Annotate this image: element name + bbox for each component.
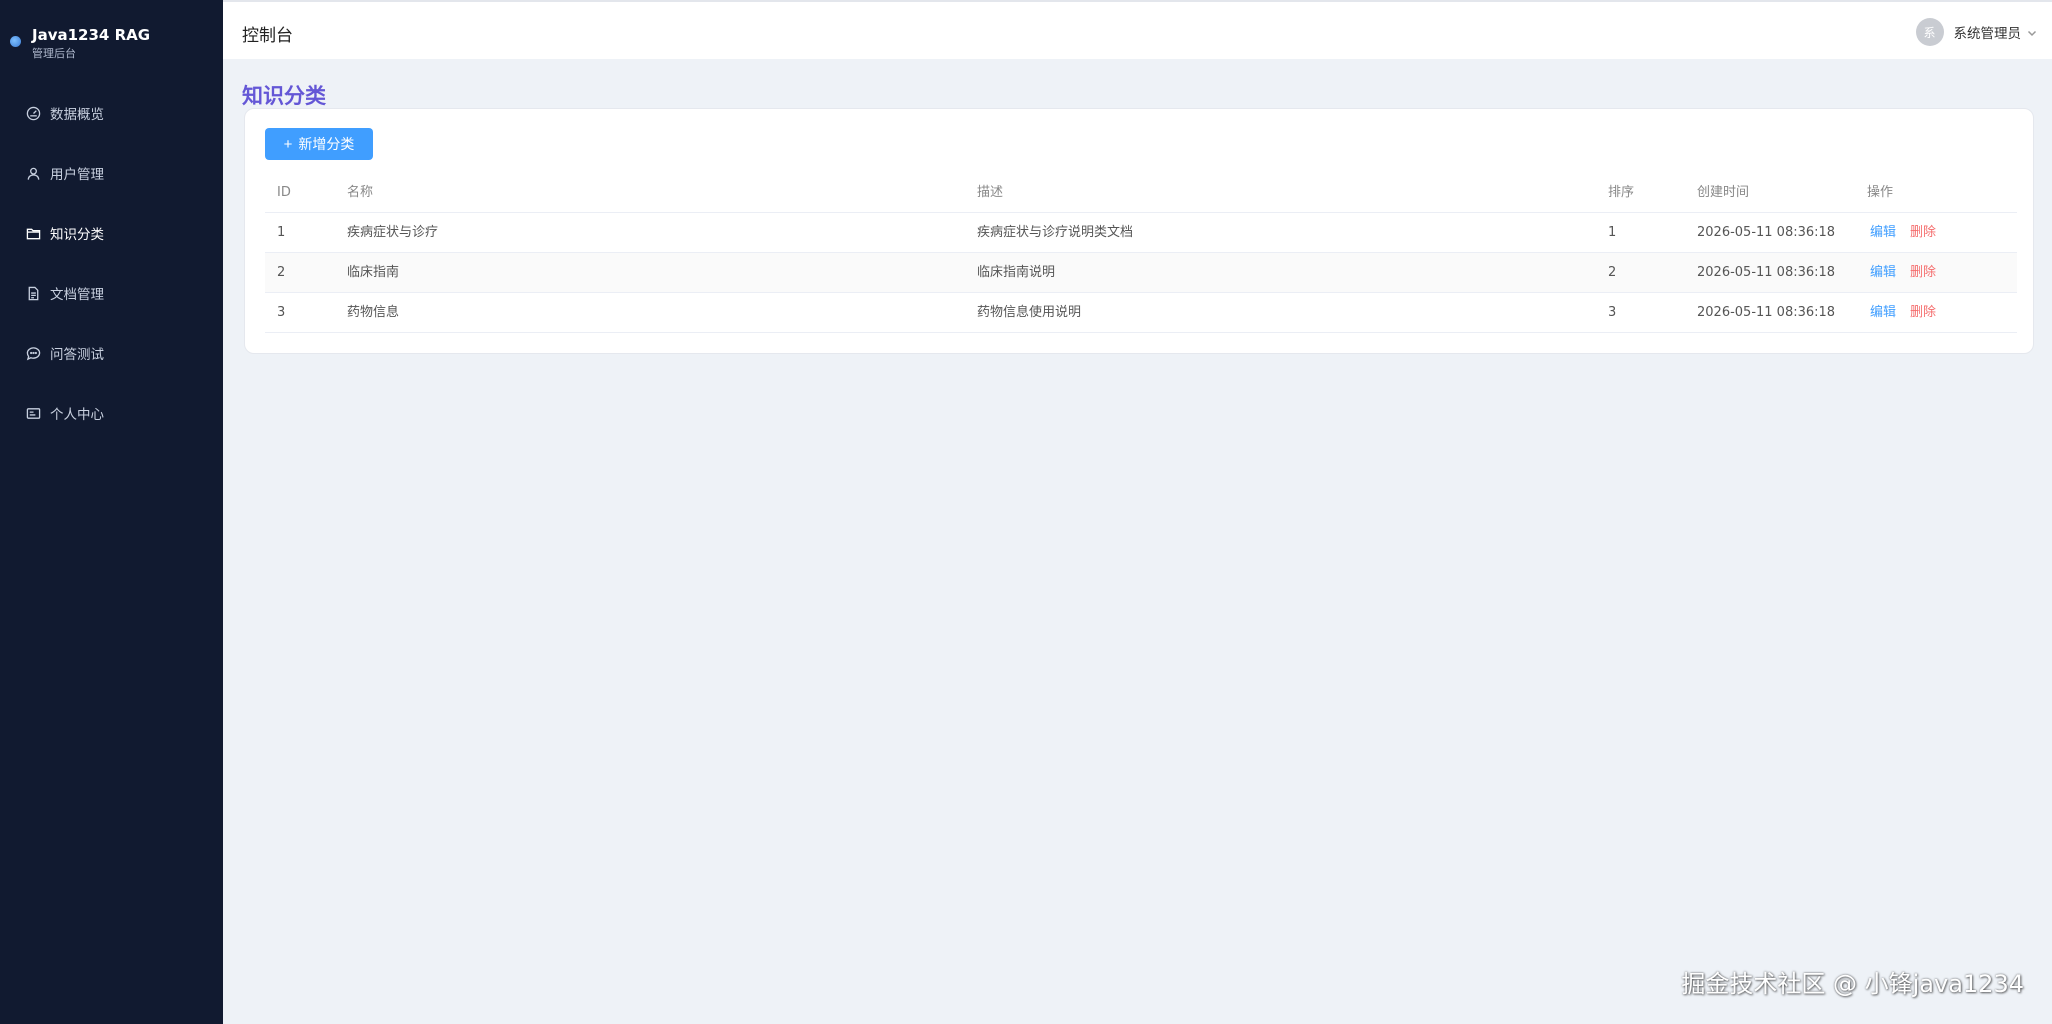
table-row: 1 疾病症状与诊疗 疾病症状与诊疗说明类文档 1 2026-05-11 08:3…	[265, 213, 2017, 253]
avatar[interactable]: 系	[1915, 18, 1944, 46]
cell-description: 临床指南说明	[977, 265, 1056, 280]
cell-name: 药物信息	[347, 305, 400, 320]
user-menu[interactable]: 系 系统管理员	[1915, 18, 2038, 46]
plus-icon: +	[283, 135, 293, 153]
sidebar-item-overview[interactable]: 数据概览	[0, 93, 223, 133]
watermark: 掘金技术社区 @ 小锋java1234	[1681, 970, 2024, 998]
folder-icon	[25, 225, 41, 241]
sidebar-item-label: 问答测试	[50, 347, 104, 363]
table-row: 2 临床指南 临床指南说明 2 2026-05-11 08:36:18 编辑 删除	[265, 253, 2017, 293]
add-category-label: 新增分类	[298, 136, 355, 152]
brand-subtitle: 管理后台	[32, 47, 76, 60]
user-icon	[25, 165, 41, 181]
add-category-button[interactable]: + 新增分类	[265, 128, 373, 160]
cell-actions: 编辑 删除	[1867, 213, 1936, 253]
cell-sort: 2	[1608, 265, 1617, 280]
edit-link[interactable]: 编辑	[1870, 265, 1896, 280]
sidebar-item-label: 个人中心	[50, 407, 104, 423]
sidebar-item-label: 文档管理	[50, 287, 104, 303]
app-root: Java1234 RAG 管理后台 数据概览 用户管理 知识分类 文档管理 问答…	[0, 0, 2052, 1024]
cell-name: 临床指南	[347, 265, 400, 280]
cell-id: 3	[277, 305, 286, 320]
column-header-id: ID	[277, 185, 291, 200]
edit-link[interactable]: 编辑	[1870, 305, 1896, 320]
table-header-row: ID 名称 描述 排序 创建时间 操作	[265, 173, 2017, 213]
table-row: 3 药物信息 药物信息使用说明 3 2026-05-11 08:36:18 编辑…	[265, 293, 2017, 333]
cell-name: 疾病症状与诊疗	[347, 225, 439, 240]
gauge-icon	[25, 105, 41, 121]
column-header-name: 名称	[347, 185, 374, 200]
page-title: 知识分类	[242, 84, 326, 108]
column-header-description: 描述	[977, 185, 1004, 200]
cell-sort: 3	[1608, 305, 1617, 320]
sidebar-item-profile[interactable]: 个人中心	[0, 393, 223, 433]
cell-id: 2	[277, 265, 286, 280]
delete-link[interactable]: 删除	[1910, 265, 1936, 280]
column-header-created: 创建时间	[1697, 185, 1750, 200]
cell-description: 疾病症状与诊疗说明类文档	[977, 225, 1134, 240]
user-name[interactable]: 系统管理员	[1954, 22, 2022, 42]
sidebar-item-label: 用户管理	[50, 167, 104, 183]
cell-id: 1	[277, 225, 286, 240]
sidebar-item-qa-test[interactable]: 问答测试	[0, 333, 223, 373]
brand-title: Java1234 RAG	[32, 26, 151, 44]
cell-actions: 编辑 删除	[1867, 253, 1936, 293]
delete-link[interactable]: 删除	[1910, 225, 1936, 240]
category-table: ID 名称 描述 排序 创建时间 操作 1 疾病症状与诊疗 疾病症状与诊疗说明类…	[265, 173, 2017, 333]
cell-created: 2026-05-11 08:36:18	[1697, 305, 1836, 320]
sidebar-item-label: 知识分类	[50, 227, 104, 243]
delete-link[interactable]: 删除	[1910, 305, 1936, 320]
edit-link[interactable]: 编辑	[1870, 225, 1896, 240]
top-header: 控制台 系 系统管理员	[223, 0, 2052, 59]
column-header-sort: 排序	[1608, 185, 1635, 200]
sidebar: Java1234 RAG 管理后台 数据概览 用户管理 知识分类 文档管理 问答…	[0, 0, 223, 1024]
header-title: 控制台	[242, 26, 293, 46]
sidebar-item-label: 数据概览	[50, 107, 104, 123]
document-icon	[25, 285, 41, 301]
sidebar-item-documents[interactable]: 文档管理	[0, 273, 223, 313]
brand-logo-icon	[10, 36, 21, 47]
sidebar-item-categories[interactable]: 知识分类	[0, 213, 223, 253]
brand[interactable]: Java1234 RAG 管理后台	[10, 24, 210, 64]
chevron-down-icon[interactable]	[2027, 23, 2037, 42]
category-card: + 新增分类 ID 名称 描述 排序 创建时间 操作 1 疾病症状与诊疗 疾病症…	[244, 108, 2034, 354]
cell-description: 药物信息使用说明	[977, 305, 1082, 320]
cell-created: 2026-05-11 08:36:18	[1697, 265, 1836, 280]
cell-sort: 1	[1608, 225, 1617, 240]
column-header-actions: 操作	[1867, 185, 1894, 200]
chat-icon	[25, 345, 41, 361]
sidebar-item-users[interactable]: 用户管理	[0, 153, 223, 193]
cell-created: 2026-05-11 08:36:18	[1697, 225, 1836, 240]
cell-actions: 编辑 删除	[1867, 293, 1936, 333]
id-card-icon	[25, 405, 41, 421]
